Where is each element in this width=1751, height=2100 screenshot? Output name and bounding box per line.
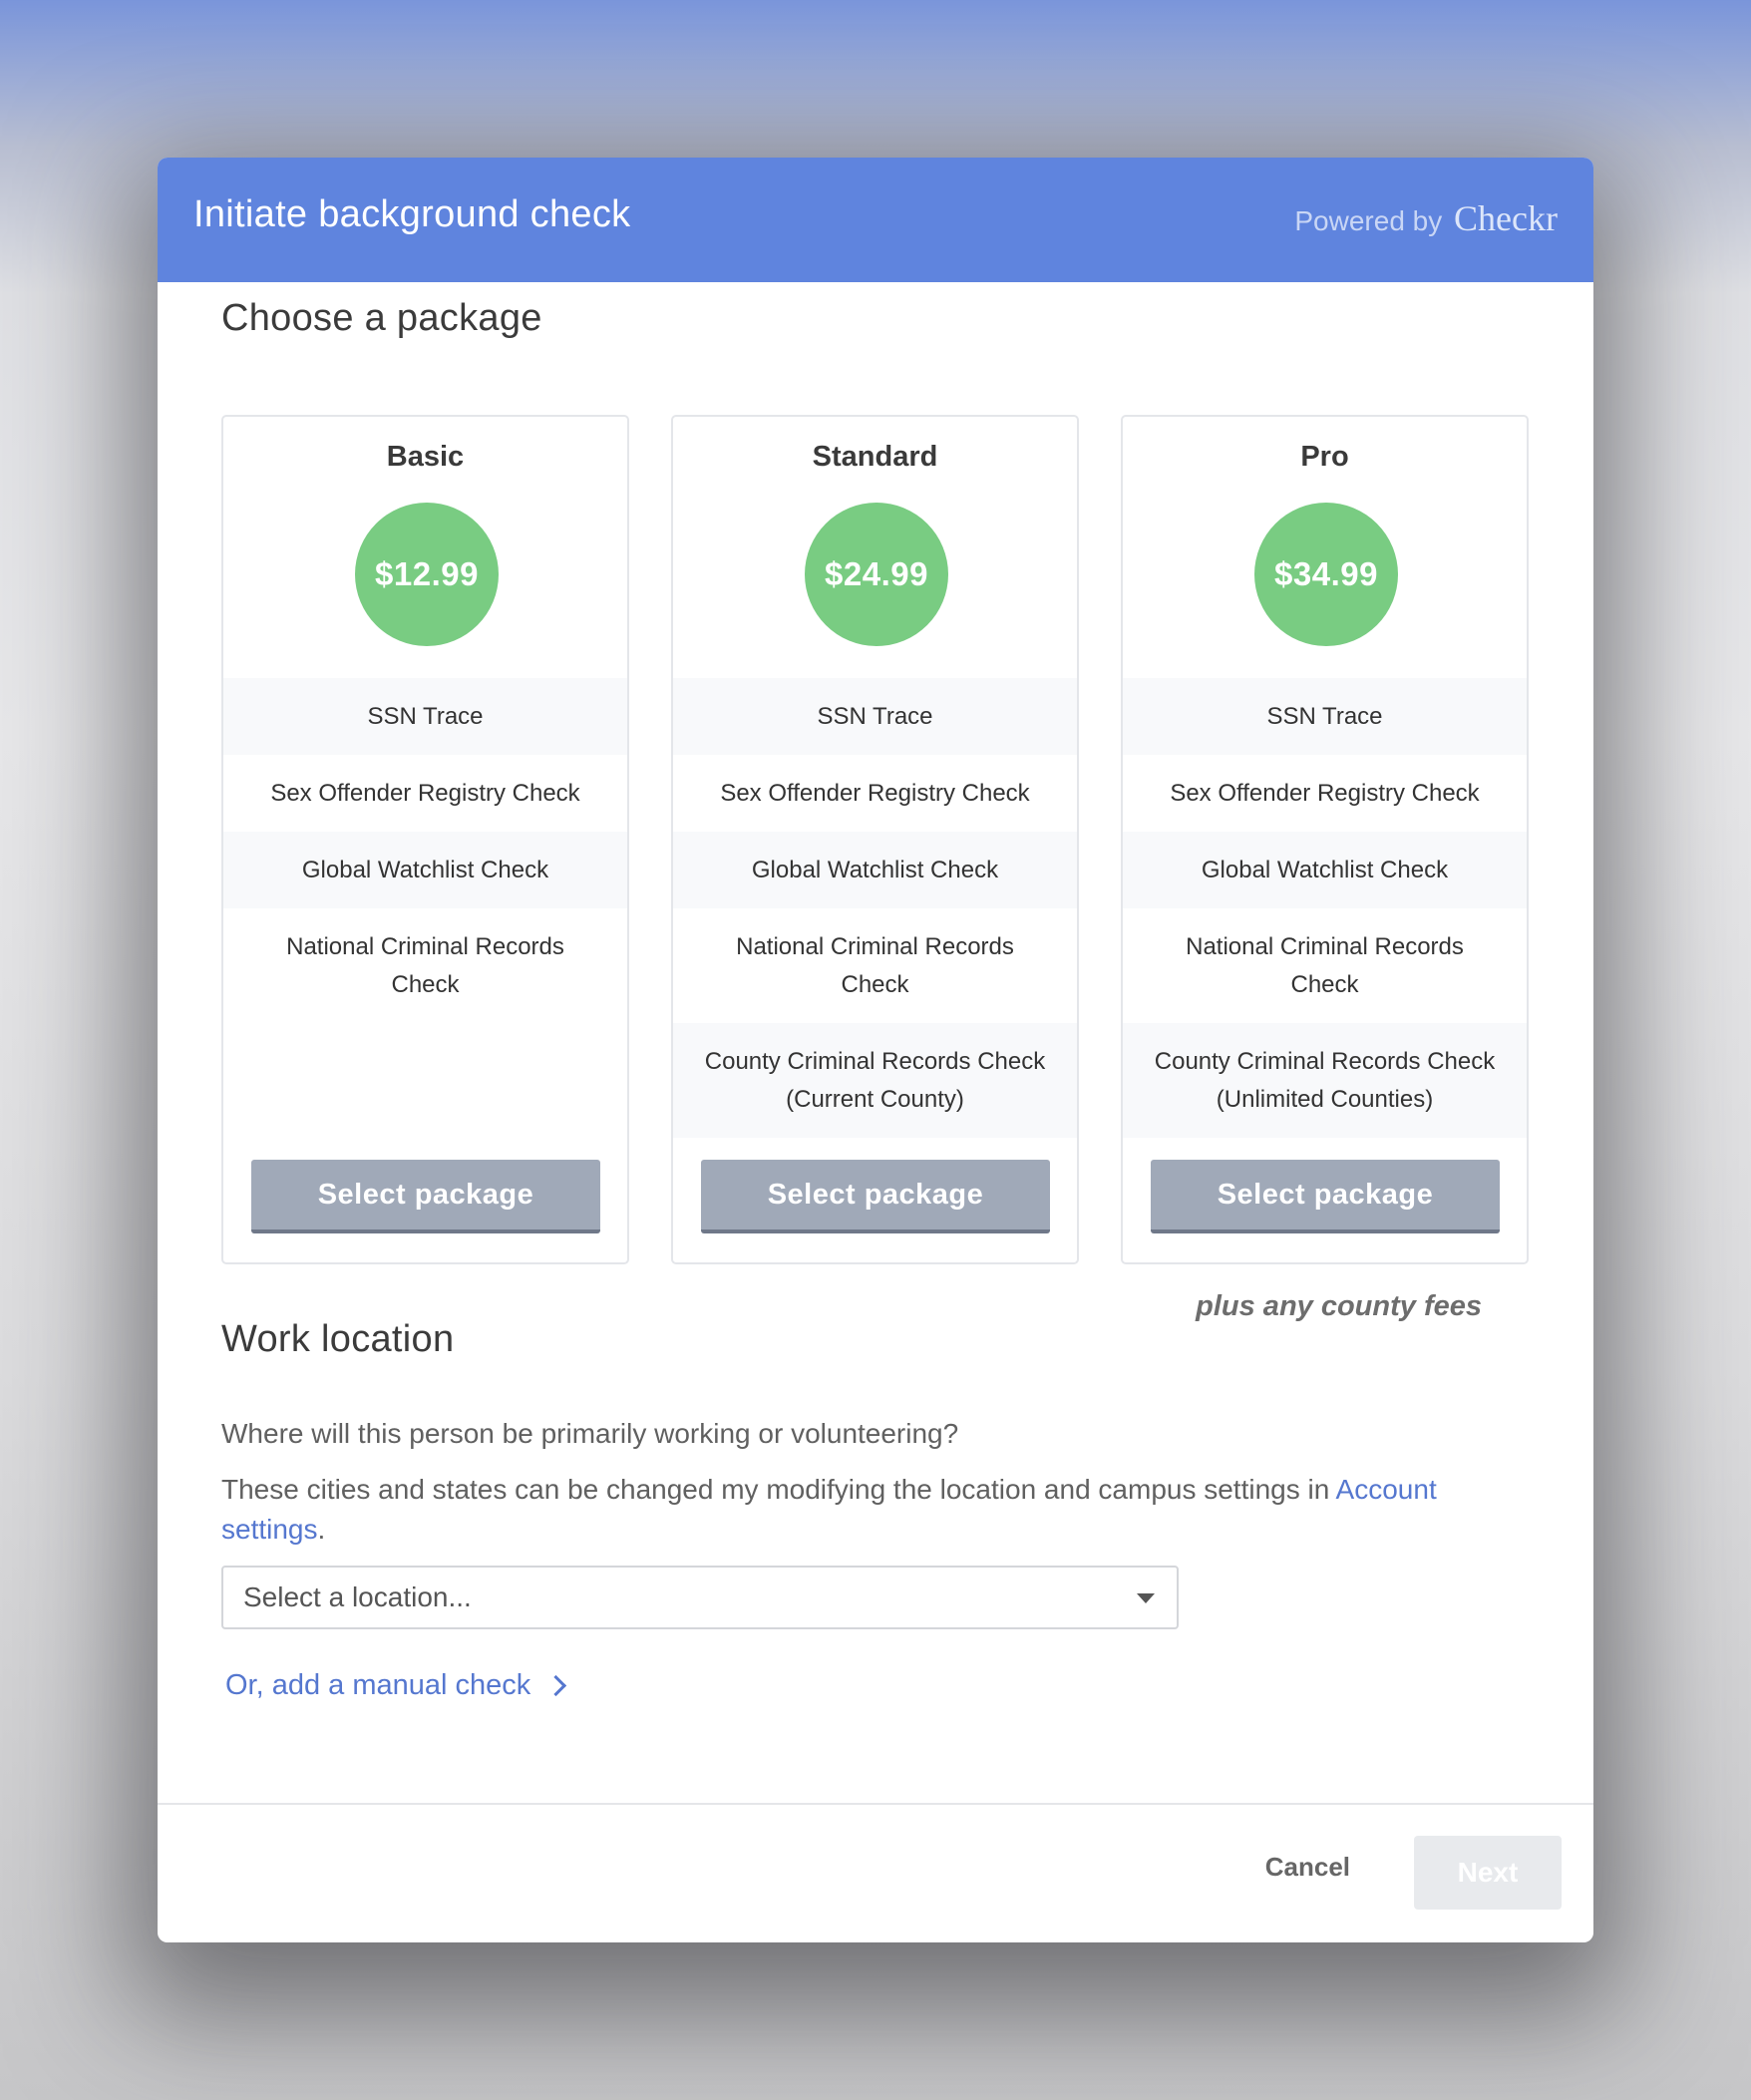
- feature-item: Sex Offender Registry Check: [270, 779, 580, 807]
- cancel-button[interactable]: Cancel: [1259, 1851, 1356, 1884]
- caret-down-icon: [1137, 1593, 1155, 1603]
- feature-item: National Criminal Records Check: [286, 932, 564, 998]
- county-fee-note: plus any county fees: [1196, 1290, 1482, 1322]
- package-card-pro: Pro $34.99 SSN Trace Sex Offender Regist…: [1121, 415, 1529, 1264]
- modal-header: Initiate background check Powered by Che…: [158, 158, 1593, 282]
- package-card-basic: Basic $12.99 SSN Trace Sex Offender Regi…: [221, 415, 629, 1264]
- feature-list: SSN Trace Sex Offender Registry Check Gl…: [1123, 678, 1527, 1138]
- feature-item: National Criminal Records Check: [1186, 932, 1464, 998]
- select-package-basic-button[interactable]: Select package: [251, 1160, 600, 1233]
- feature-item: Global Watchlist Check: [223, 832, 627, 908]
- work-location-info-end: .: [317, 1514, 326, 1545]
- package-card-standard: Standard $24.99 SSN Trace Sex Offender R…: [671, 415, 1079, 1264]
- checkr-logo: Checkr: [1454, 198, 1558, 238]
- feature-item: County Criminal Records Check (Unlimited…: [1123, 1023, 1527, 1138]
- package-name: Basic: [386, 441, 465, 473]
- work-location-title: Work location: [221, 1318, 455, 1360]
- select-package-standard-button[interactable]: Select package: [701, 1160, 1050, 1233]
- choose-package-title: Choose a package: [221, 297, 542, 339]
- footer-divider: [158, 1803, 1593, 1805]
- package-list: Basic $12.99 SSN Trace Sex Offender Regi…: [221, 415, 1530, 1266]
- package-name: Pro: [1300, 441, 1349, 473]
- feature-list: SSN Trace Sex Offender Registry Check Gl…: [223, 678, 627, 1023]
- work-location-info-text: These cities and states can be changed m…: [221, 1474, 1330, 1505]
- powered-by-label: Powered by: [1294, 205, 1443, 236]
- feature-item: County Criminal Records Check (Current C…: [673, 1023, 1077, 1138]
- price-badge: $34.99: [1254, 503, 1398, 646]
- feature-item: SSN Trace: [1123, 678, 1527, 755]
- background-check-modal: Initiate background check Powered by Che…: [158, 158, 1593, 1942]
- location-select-placeholder: Select a location...: [243, 1581, 472, 1612]
- feature-item: Global Watchlist Check: [1123, 832, 1527, 908]
- feature-item: SSN Trace: [223, 678, 627, 755]
- feature-item: Global Watchlist Check: [673, 832, 1077, 908]
- package-name: Standard: [812, 441, 938, 473]
- add-manual-check-link[interactable]: Or, add a manual check: [225, 1669, 567, 1702]
- modal-title: Initiate background check: [193, 193, 631, 235]
- price-badge: $12.99: [355, 503, 499, 646]
- next-button[interactable]: Next: [1414, 1836, 1562, 1910]
- work-location-question: Where will this person be primarily work…: [221, 1418, 959, 1449]
- work-location-info: These cities and states can be changed m…: [221, 1470, 1538, 1550]
- price-badge: $24.99: [805, 503, 948, 646]
- feature-item: National Criminal Records Check: [736, 932, 1014, 998]
- feature-item: SSN Trace: [673, 678, 1077, 755]
- chevron-right-icon: [545, 1674, 567, 1697]
- feature-list: SSN Trace Sex Offender Registry Check Gl…: [673, 678, 1077, 1138]
- feature-item: Sex Offender Registry Check: [1170, 779, 1480, 807]
- manual-check-label: Or, add a manual check: [225, 1669, 531, 1701]
- select-package-pro-button[interactable]: Select package: [1151, 1160, 1500, 1233]
- feature-item: Sex Offender Registry Check: [720, 779, 1030, 807]
- powered-by: Powered by Checkr: [1294, 197, 1558, 239]
- location-select[interactable]: Select a location...: [221, 1566, 1179, 1629]
